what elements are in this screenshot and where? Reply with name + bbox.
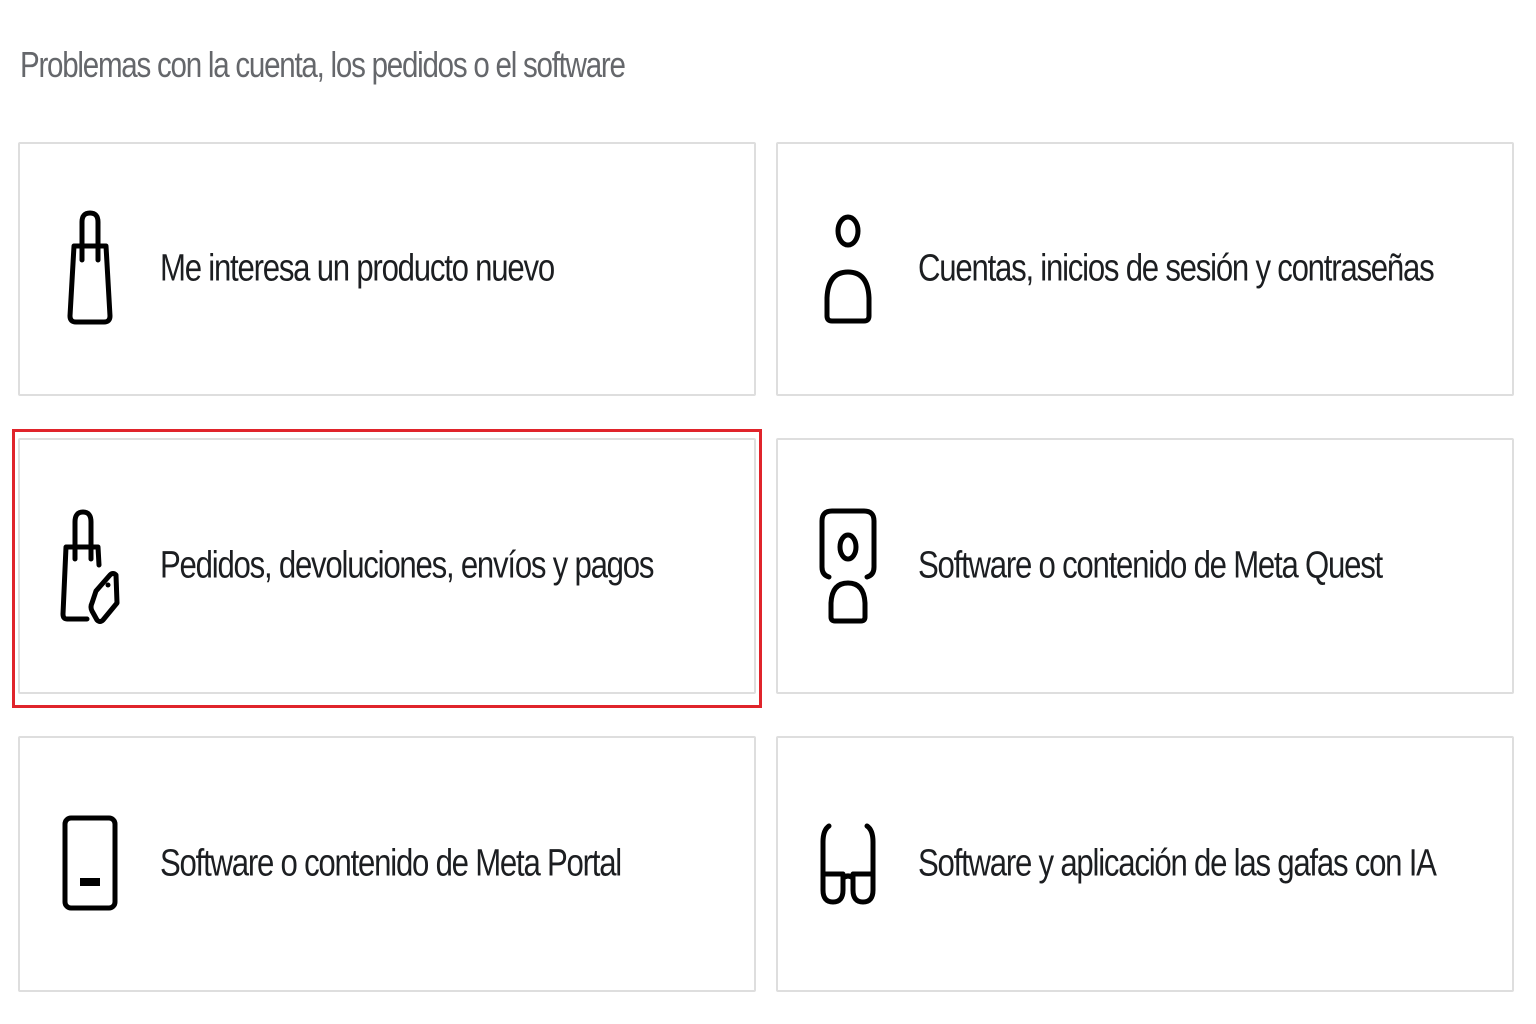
glasses-icon xyxy=(816,804,880,924)
card-label: Cuentas, inicios de sesión y contraseñas xyxy=(918,247,1435,290)
card-label: Software o contenido de Meta Portal xyxy=(160,842,622,885)
card-accounts-logins[interactable]: Cuentas, inicios de sesión y contraseñas xyxy=(776,142,1514,396)
card-meta-quest[interactable]: Software o contenido de Meta Quest xyxy=(776,438,1514,694)
shopping-bag-icon xyxy=(58,209,122,329)
section-title: Problemas con la cuenta, los pedidos o e… xyxy=(20,44,626,85)
vr-headset-icon xyxy=(816,506,880,626)
card-label: Me interesa un producto nuevo xyxy=(160,247,555,290)
card-orders-returns[interactable]: Pedidos, devoluciones, envíos y pagos xyxy=(18,438,756,694)
card-new-product[interactable]: Me interesa un producto nuevo xyxy=(18,142,756,396)
card-label: Pedidos, devoluciones, envíos y pagos xyxy=(160,544,654,587)
card-label: Software y aplicación de las gafas con I… xyxy=(918,842,1437,885)
tablet-icon xyxy=(58,804,122,924)
person-icon xyxy=(816,209,880,329)
card-ai-glasses[interactable]: Software y aplicación de las gafas con I… xyxy=(776,736,1514,992)
card-meta-portal[interactable]: Software o contenido de Meta Portal xyxy=(18,736,756,992)
bag-tag-icon xyxy=(58,506,122,626)
card-label: Software o contenido de Meta Quest xyxy=(918,544,1383,587)
